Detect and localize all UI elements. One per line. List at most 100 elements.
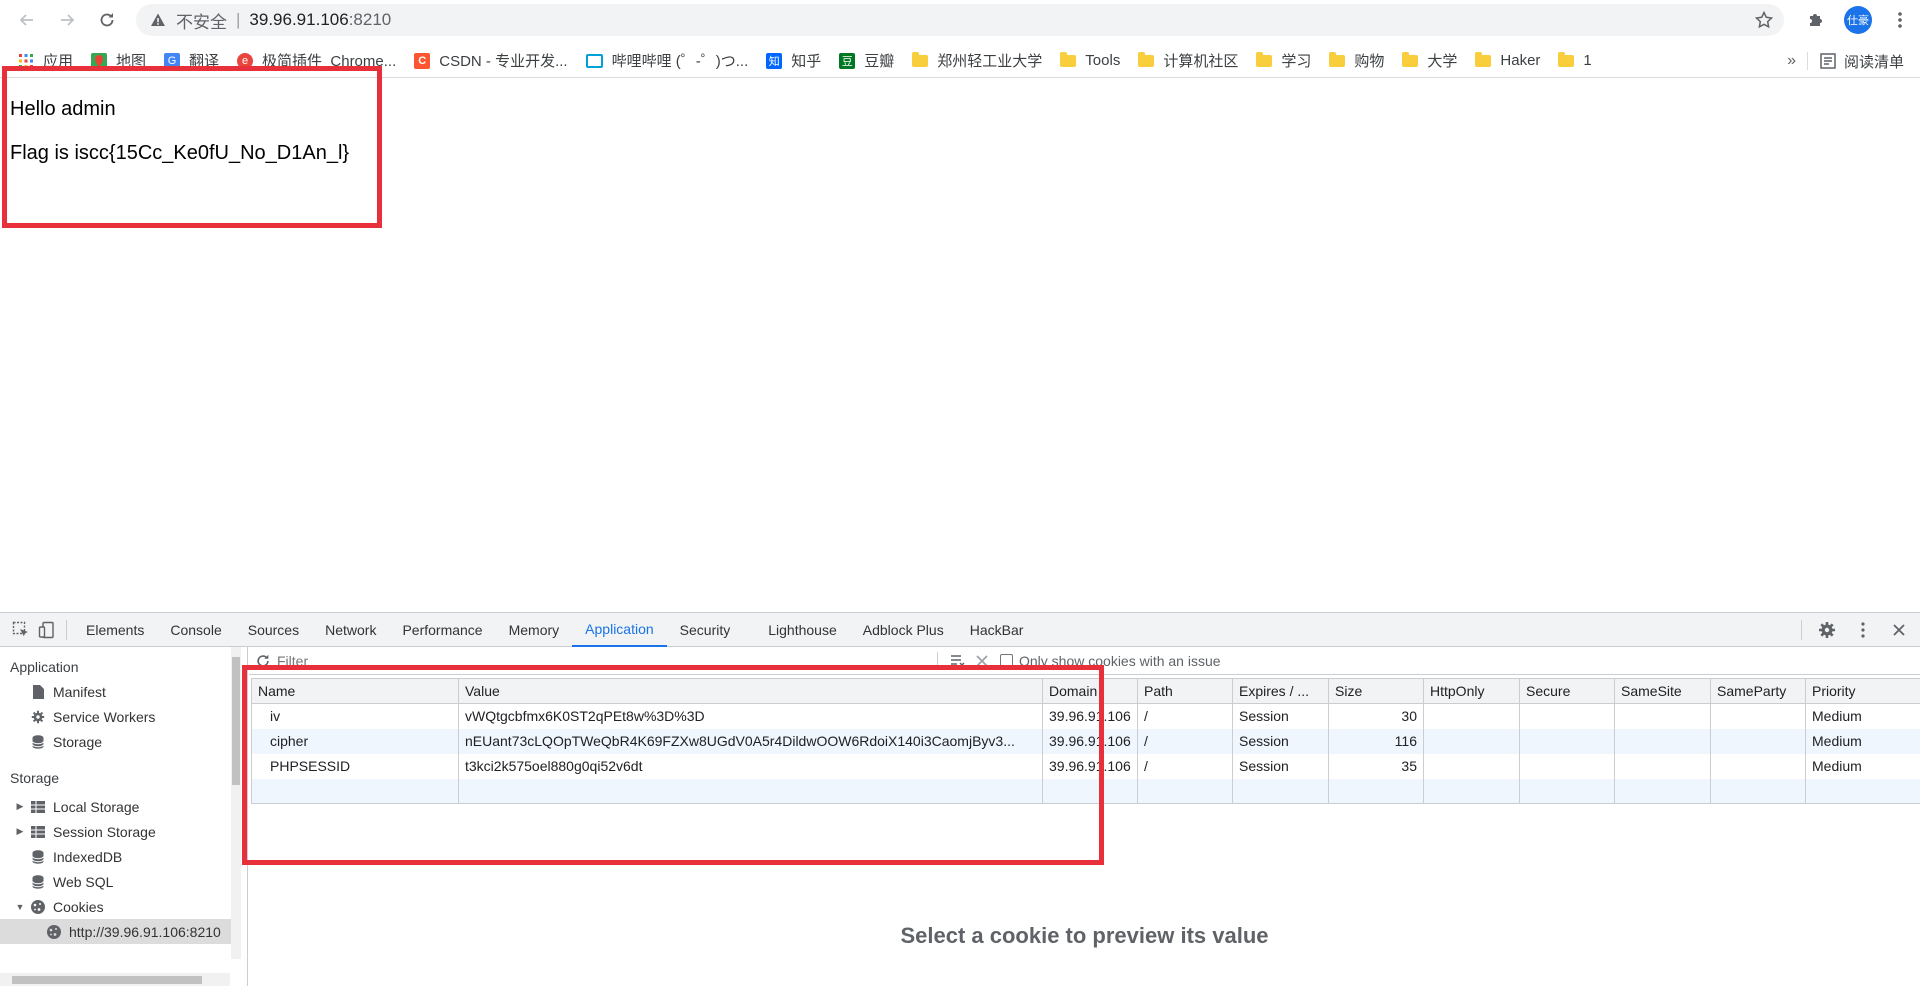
extensions-button[interactable]: [1802, 6, 1830, 34]
cookie-sameparty[interactable]: [1710, 753, 1806, 779]
column-header-samesite[interactable]: SameSite: [1614, 678, 1711, 704]
cookie-priority[interactable]: Medium: [1805, 703, 1920, 729]
cookie-samesite[interactable]: [1614, 728, 1711, 754]
bookmark-douban[interactable]: 豆 豆瓣: [839, 44, 894, 78]
cookie-httponly[interactable]: [1423, 703, 1520, 729]
scrollbar-thumb[interactable]: [12, 976, 202, 984]
cookie-size[interactable]: 30: [1328, 703, 1424, 729]
column-header-sameparty[interactable]: SameParty: [1710, 678, 1806, 704]
cookie-sameparty[interactable]: [1710, 703, 1806, 729]
cookie-priority[interactable]: Medium: [1805, 728, 1920, 754]
address-bar[interactable]: 不安全 | 39.96.91.106:8210: [136, 4, 1784, 36]
forward-button[interactable]: [53, 6, 81, 34]
kebab-menu-icon: [1861, 622, 1865, 638]
cookie-expires[interactable]: Session: [1232, 728, 1329, 754]
expand-arrow-icon[interactable]: ▶: [14, 826, 26, 837]
tab-adblock-plus[interactable]: Adblock Plus: [850, 613, 957, 647]
column-header-secure[interactable]: Secure: [1519, 678, 1615, 704]
tab-network[interactable]: Network: [312, 613, 389, 647]
bookmark-folder-shopping[interactable]: 购物: [1329, 44, 1384, 78]
arrow-right-icon: [61, 14, 75, 26]
cookie-path[interactable]: /: [1137, 703, 1233, 729]
bookmark-folder-tools[interactable]: Tools: [1060, 44, 1120, 78]
cookie-path[interactable]: /: [1137, 753, 1233, 779]
cookie-expires[interactable]: Session: [1232, 753, 1329, 779]
cookie-httponly[interactable]: [1423, 753, 1520, 779]
tab-performance[interactable]: Performance: [389, 613, 495, 647]
tab-security[interactable]: Security: [667, 613, 744, 647]
sidebar-item-cookie-origin[interactable]: http://39.96.91.106:8210: [0, 919, 231, 944]
sidebar-item-indexeddb[interactable]: IndexedDB: [0, 844, 247, 869]
tab-sources[interactable]: Sources: [235, 613, 312, 647]
url-separator: |: [236, 10, 241, 29]
bookmark-bilibili[interactable]: 哔哩哔哩 (゜-゜)つ...: [585, 44, 748, 78]
column-header-expires[interactable]: Expires / ...: [1232, 678, 1329, 704]
column-header-size[interactable]: Size: [1328, 678, 1424, 704]
cookie-size[interactable]: 116: [1328, 728, 1424, 754]
cookie-path[interactable]: /: [1137, 728, 1233, 754]
devtools-more-button[interactable]: [1850, 617, 1876, 643]
bookmark-folder-community[interactable]: 计算机社区: [1138, 44, 1238, 78]
scrollbar-thumb[interactable]: [232, 657, 240, 785]
bookmark-folder-university[interactable]: 大学: [1402, 44, 1457, 78]
tab-memory[interactable]: Memory: [496, 613, 573, 647]
bookmark-folder-zzuli[interactable]: 郑州轻工业大学: [912, 44, 1042, 78]
devtools-tab-bar: Elements Console Sources Network Perform…: [0, 613, 1920, 647]
bookmark-zhihu[interactable]: 知 知乎: [766, 44, 821, 78]
sidebar-item-session-storage[interactable]: ▶ Session Storage: [0, 819, 247, 844]
insecure-label[interactable]: 不安全: [176, 8, 227, 33]
collapse-arrow-icon[interactable]: ▼: [14, 902, 26, 912]
device-toolbar-button[interactable]: [34, 617, 60, 643]
column-header-path[interactable]: Path: [1137, 678, 1233, 704]
tab-lighthouse[interactable]: Lighthouse: [755, 613, 850, 647]
column-header-httponly[interactable]: HttpOnly: [1423, 678, 1520, 704]
bookmarks-overflow-button[interactable]: »: [1787, 44, 1796, 78]
inspect-element-button[interactable]: [8, 617, 34, 643]
sidebar-horizontal-scrollbar[interactable]: [0, 973, 230, 986]
cookie-expires[interactable]: Session: [1232, 703, 1329, 729]
cookie-samesite[interactable]: [1614, 753, 1711, 779]
devtools-settings-button[interactable]: [1814, 617, 1840, 643]
bookmark-folder-haker[interactable]: Haker: [1475, 44, 1540, 78]
sidebar-item-local-storage[interactable]: ▶ Local Storage: [0, 794, 247, 819]
sidebar-item-manifest[interactable]: Manifest: [0, 679, 247, 704]
sidebar-item-storage-overview[interactable]: Storage: [0, 729, 247, 754]
database-icon: [30, 874, 46, 890]
url-port[interactable]: :8210: [349, 10, 392, 30]
chrome-menu-button[interactable]: [1886, 6, 1914, 34]
reading-list-label: 阅读清单: [1843, 53, 1904, 71]
tab-hackbar[interactable]: HackBar: [957, 613, 1037, 647]
sidebar-item-web-sql[interactable]: Web SQL: [0, 869, 247, 894]
column-header-priority[interactable]: Priority: [1805, 678, 1920, 704]
bookmark-folder-1[interactable]: 1: [1558, 44, 1592, 78]
reload-button[interactable]: [93, 6, 121, 34]
url-host[interactable]: 39.96.91.106: [249, 10, 348, 30]
tab-application[interactable]: Application: [572, 613, 667, 647]
cookie-secure[interactable]: [1519, 728, 1615, 754]
cookie-icon: [30, 899, 46, 915]
cookie-secure[interactable]: [1519, 703, 1615, 729]
cookie-samesite[interactable]: [1614, 703, 1711, 729]
tab-elements[interactable]: Elements: [73, 613, 157, 647]
reading-list-button[interactable]: 阅读清单: [1820, 44, 1904, 78]
bookmark-csdn[interactable]: C CSDN - 专业开发...: [414, 44, 568, 78]
sidebar-item-cookies[interactable]: ▼ Cookies: [0, 894, 247, 919]
warning-icon[interactable]: [150, 12, 168, 28]
cookie-httponly[interactable]: [1423, 728, 1520, 754]
sidebar-item-service-workers[interactable]: Service Workers: [0, 704, 247, 729]
expand-arrow-icon[interactable]: ▶: [14, 801, 26, 812]
tab-console[interactable]: Console: [157, 613, 234, 647]
sidebar-vertical-scrollbar[interactable]: [231, 647, 241, 959]
profile-avatar[interactable]: 仕豪: [1844, 6, 1872, 34]
bookmarks-divider: [1807, 52, 1808, 70]
grid-icon: [30, 824, 46, 840]
gear-icon: [1819, 622, 1835, 638]
cookie-secure[interactable]: [1519, 753, 1615, 779]
cookie-sameparty[interactable]: [1710, 728, 1806, 754]
bookmark-star-icon[interactable]: [1754, 10, 1774, 33]
bookmark-folder-study[interactable]: 学习: [1256, 44, 1311, 78]
devtools-close-button[interactable]: [1886, 617, 1912, 643]
cookie-size[interactable]: 35: [1328, 753, 1424, 779]
cookie-priority[interactable]: Medium: [1805, 753, 1920, 779]
back-button[interactable]: [13, 6, 41, 34]
